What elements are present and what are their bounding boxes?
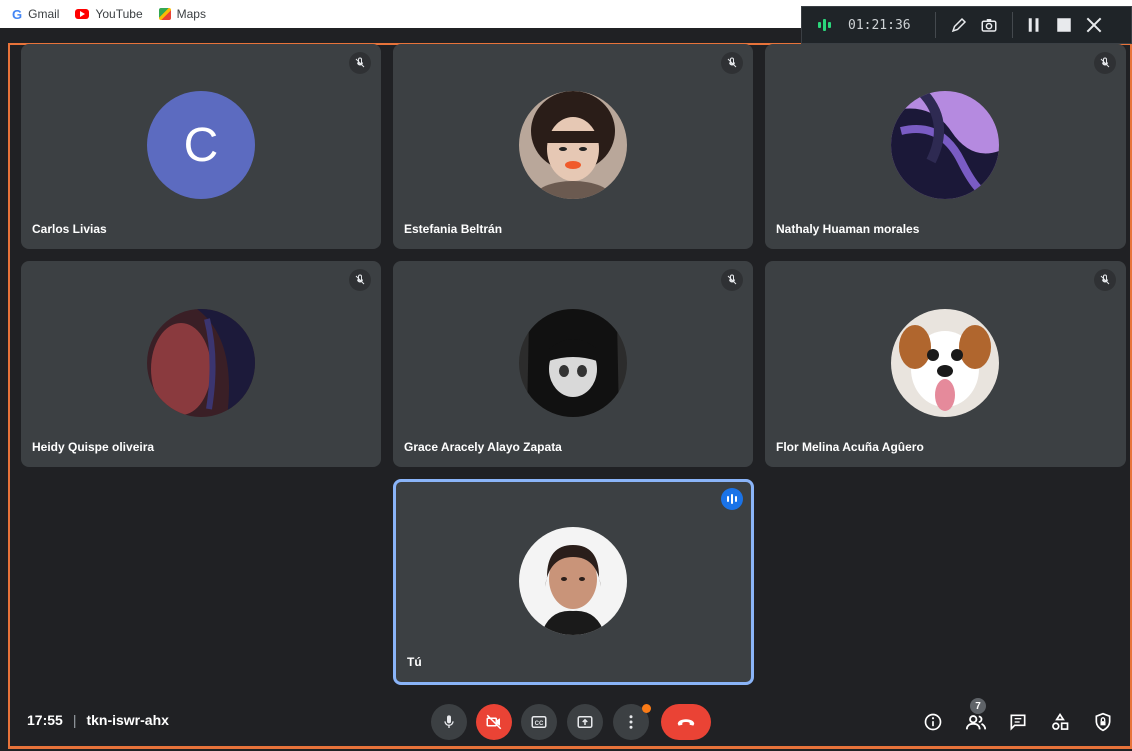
present-icon <box>577 716 593 728</box>
mic-off-icon <box>349 52 371 74</box>
present-button[interactable] <box>567 704 603 740</box>
camera-off-icon <box>486 714 502 730</box>
divider <box>1011 12 1013 38</box>
meeting-time: 17:55 <box>27 712 63 728</box>
recording-time: 01:21:36 <box>848 17 911 33</box>
mic-off-icon <box>349 269 371 291</box>
pencil-icon <box>951 17 966 33</box>
activities-icon <box>1052 712 1069 730</box>
stop-icon <box>1056 18 1071 32</box>
people-count-badge: 7 <box>970 698 986 714</box>
participant-tile-nathaly[interactable]: Nathaly Huaman morales <box>765 44 1126 249</box>
avatar <box>891 91 999 199</box>
meeting-code: tkn-iswr-ahx <box>86 712 169 728</box>
participant-name: Heidy Quispe oliveira <box>32 440 155 454</box>
participant-name: Carlos Livias <box>32 222 107 236</box>
screenshot-button[interactable] <box>974 10 1004 40</box>
info-button[interactable] <box>917 706 949 738</box>
divider <box>934 12 936 38</box>
chat-icon <box>1010 714 1026 731</box>
participant-tile-heidy[interactable]: Heidy Quispe oliveira <box>21 261 381 467</box>
host-controls-icon <box>1095 712 1111 732</box>
more-options-button[interactable] <box>613 704 651 740</box>
hang-up-icon <box>677 719 695 726</box>
camera-icon <box>981 19 997 32</box>
participant-name: Estefania Beltrán <box>404 222 503 236</box>
google-g-icon: G <box>12 6 23 22</box>
captions-button[interactable]: CC <box>521 704 557 740</box>
bottom-bar: 17:55 | tkn-iswr-ahx CC 7 <box>0 698 1132 748</box>
mic-icon <box>444 715 454 728</box>
close-button[interactable] <box>1079 10 1109 40</box>
mic-off-icon <box>1094 269 1116 291</box>
pause-icon <box>1028 18 1039 32</box>
bookmark-youtube[interactable]: YouTube <box>75 7 143 21</box>
bookmark-label: Gmail <box>28 7 60 21</box>
mic-off-icon <box>721 52 743 74</box>
meet-stage: C Carlos Livias Estefania Beltrán Nathal… <box>0 28 1132 751</box>
mic-off-icon <box>1094 52 1116 74</box>
meeting-info: 17:55 | tkn-iswr-ahx <box>27 712 169 728</box>
close-icon <box>1086 17 1101 33</box>
avatar <box>519 527 627 635</box>
people-icon <box>965 715 987 730</box>
info-icon <box>924 713 942 731</box>
bookmark-maps[interactable]: Maps <box>158 7 206 21</box>
captions-icon: CC <box>531 716 547 728</box>
avatar <box>519 91 627 199</box>
people-button[interactable]: 7 <box>960 698 992 738</box>
pause-button[interactable] <box>1019 10 1049 40</box>
participant-tile-carlos[interactable]: C Carlos Livias <box>21 44 381 249</box>
recording-wave-icon <box>818 19 832 31</box>
bookmark-label: Maps <box>176 7 206 21</box>
participant-tile-flor[interactable]: Flor Melina Acuña Agûero <box>765 261 1126 467</box>
chat-button[interactable] <box>1002 706 1034 738</box>
more-options-icon <box>629 715 633 729</box>
participant-name: Tú <box>407 655 422 669</box>
stop-button[interactable] <box>1049 10 1079 40</box>
avatar: C <box>147 91 255 199</box>
youtube-icon <box>75 9 90 19</box>
participant-tile-self[interactable]: Tú <box>393 479 754 685</box>
svg-text:CC: CC <box>535 721 544 727</box>
participant-name: Flor Melina Acuña Agûero <box>776 440 924 454</box>
participant-tile-grace[interactable]: Grace Aracely Alayo Zapata <box>393 261 753 467</box>
maps-icon <box>158 8 171 20</box>
host-controls-button[interactable] <box>1087 706 1119 738</box>
camera-button[interactable] <box>476 704 512 740</box>
participant-tile-estefania[interactable]: Estefania Beltrán <box>393 44 753 249</box>
notification-dot <box>642 704 651 713</box>
mic-button[interactable] <box>431 704 467 740</box>
hang-up-button[interactable] <box>661 704 711 740</box>
mic-off-icon <box>721 269 743 291</box>
screen-recorder-toolbar: 01:21:36 <box>801 6 1132 44</box>
avatar <box>147 309 255 417</box>
separator: | <box>72 712 77 728</box>
speaking-indicator-icon <box>721 488 743 510</box>
avatar-initial: C <box>183 118 219 172</box>
participant-name: Grace Aracely Alayo Zapata <box>404 440 562 454</box>
avatar <box>891 309 999 417</box>
bookmark-label: YouTube <box>95 7 143 21</box>
avatar <box>519 309 627 417</box>
activities-button[interactable] <box>1044 706 1076 738</box>
bookmark-gmail[interactable]: G Gmail <box>12 7 59 22</box>
participant-name: Nathaly Huaman morales <box>776 222 920 236</box>
draw-button[interactable] <box>944 10 974 40</box>
